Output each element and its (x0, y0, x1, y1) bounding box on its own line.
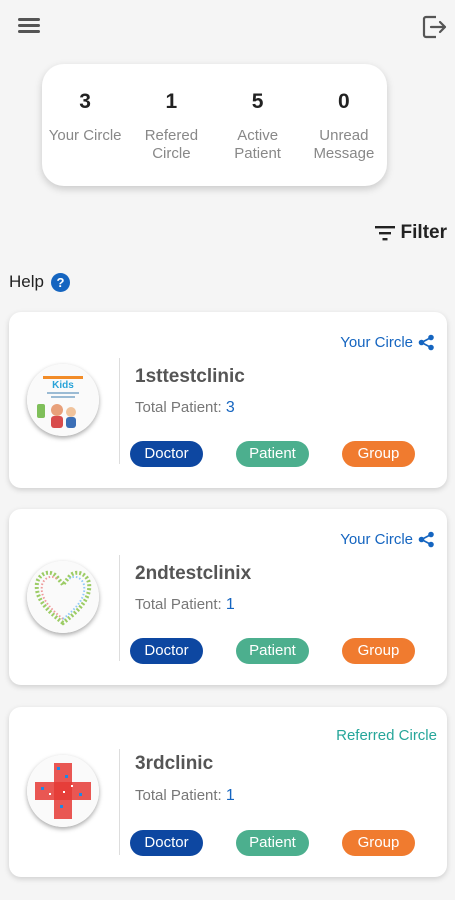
divider (119, 358, 120, 464)
help-question-icon[interactable]: ? (50, 272, 70, 292)
circle-tag-label: Your Circle (340, 334, 413, 351)
total-patient-count: 1 (225, 596, 235, 613)
patient-button[interactable]: Patient (236, 638, 309, 664)
stat-value: 0 (338, 90, 350, 113)
circle-tag-label: Your Circle (340, 531, 413, 548)
total-patient-label: Total Patient: (135, 596, 222, 613)
patient-button[interactable]: Patient (236, 441, 309, 467)
group-button[interactable]: Group (342, 638, 415, 664)
stat-active-patient[interactable]: 5 Active Patient (215, 64, 301, 186)
top-bar (0, 0, 455, 54)
total-patient-line: Total Patient: 1 (135, 596, 235, 614)
circle-card[interactable]: Referred Circle 3rdclinic Total Patient:… (9, 707, 447, 877)
circle-card[interactable]: Your Circle 2ndtestclinix Total Patient:… (9, 509, 447, 685)
total-patient-count: 1 (225, 787, 235, 804)
stats-summary-card: 3 Your Circle 1 Refered Circle 5 Active … (42, 64, 387, 186)
total-patient-line: Total Patient: 3 (135, 399, 235, 417)
clinic-name: 2ndtestclinix (135, 563, 252, 584)
stat-refered-circle[interactable]: 1 Refered Circle (128, 64, 214, 186)
patient-button[interactable]: Patient (236, 830, 309, 856)
doctor-button[interactable]: Doctor (130, 441, 203, 467)
help-label: Help (9, 272, 44, 291)
circle-tag[interactable]: Your Circle (340, 334, 435, 351)
clinic-name: 3rdclinic (135, 753, 214, 774)
group-button[interactable]: Group (342, 830, 415, 856)
stat-label: Active Patient (234, 127, 281, 162)
total-patient-count: 3 (225, 399, 235, 416)
clinic-logo-avatar[interactable] (27, 755, 99, 827)
group-button[interactable]: Group (342, 441, 415, 467)
stat-label: Your Circle (48, 127, 122, 144)
circle-tag-label: Referred Circle (336, 727, 437, 744)
circle-card[interactable]: Your Circle Kids 1sttestclinic Total Pat… (9, 312, 447, 488)
share-icon[interactable] (418, 531, 435, 548)
stat-value: 3 (79, 90, 91, 113)
filter-label: Filter (400, 222, 447, 243)
divider (119, 555, 120, 661)
clinic-logo-text: Kids (52, 380, 74, 391)
total-patient-label: Total Patient: (135, 399, 222, 416)
circle-tag[interactable]: Referred Circle (336, 727, 437, 744)
help-link[interactable]: Help ? (9, 272, 70, 292)
total-patient-line: Total Patient: 1 (135, 787, 235, 805)
hamburger-menu-icon[interactable] (16, 14, 42, 40)
total-patient-label: Total Patient: (135, 787, 222, 804)
doctor-button[interactable]: Doctor (130, 830, 203, 856)
filter-icon (374, 226, 395, 241)
stat-value: 1 (165, 90, 178, 113)
circle-tag[interactable]: Your Circle (340, 531, 435, 548)
stat-your-circle[interactable]: 3 Your Circle (42, 64, 128, 186)
stat-unread-message[interactable]: 0 Unread Message (301, 64, 387, 186)
filter-button[interactable]: Filter (374, 222, 447, 244)
stat-label: Unread Message (313, 127, 375, 162)
share-icon[interactable] (418, 334, 435, 351)
logout-icon[interactable] (419, 12, 449, 42)
clinic-logo-avatar[interactable]: Kids (27, 364, 99, 436)
clinic-name: 1sttestclinic (135, 366, 245, 387)
stat-value: 5 (251, 90, 264, 113)
stat-label: Refered Circle (144, 127, 199, 162)
doctor-button[interactable]: Doctor (130, 638, 203, 664)
clinic-logo-avatar[interactable] (27, 561, 99, 633)
divider (119, 749, 120, 855)
